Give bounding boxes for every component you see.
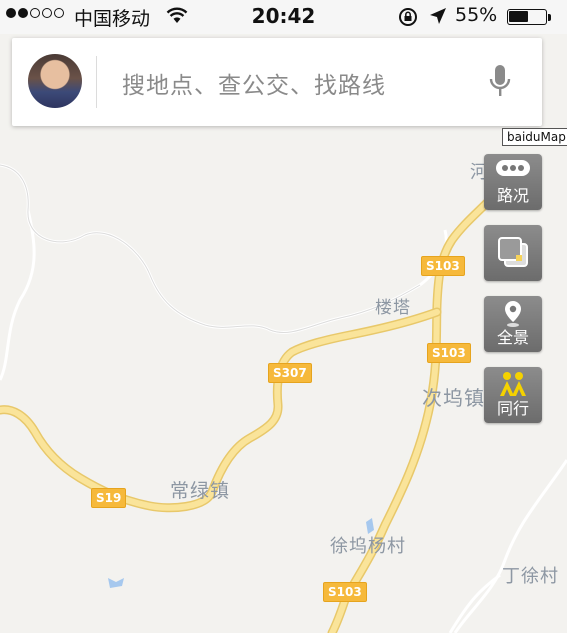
- traffic-label: 路况: [496, 186, 529, 205]
- rotation-lock-icon: [397, 6, 419, 33]
- traffic-icon: [484, 158, 542, 178]
- map-tooltip: baiduMap: [502, 128, 567, 146]
- road-badge: S307: [268, 363, 312, 383]
- road-badge: S19: [91, 488, 127, 508]
- search-divider: [96, 56, 97, 108]
- battery-percentage: 55%: [455, 4, 498, 26]
- location-arrow-icon: [428, 6, 448, 31]
- people-icon: [484, 371, 542, 397]
- search-bar[interactable]: 搜地点、查公交、找路线: [12, 38, 542, 126]
- road-badge: S103: [323, 582, 367, 602]
- companion-label: 同行: [496, 399, 529, 418]
- layers-button[interactable]: [484, 225, 542, 281]
- panorama-label: 全景: [496, 328, 529, 347]
- place-label: 徐坞杨村: [330, 536, 406, 557]
- place-label: 常绿镇: [170, 480, 231, 502]
- road-badge: S103: [427, 343, 471, 363]
- status-bar: 中国移动 20:42 55%: [0, 0, 567, 34]
- place-label: 丁徐村: [502, 566, 559, 587]
- microphone-icon[interactable]: [487, 63, 513, 105]
- search-input[interactable]: 搜地点、查公交、找路线: [122, 66, 386, 100]
- place-label: 次坞镇: [422, 386, 485, 410]
- road-badge: S103: [421, 256, 465, 276]
- panorama-button[interactable]: 全景: [484, 296, 542, 352]
- battery-icon: [507, 9, 547, 25]
- layers-icon: [484, 235, 542, 269]
- battery-tip: [548, 14, 551, 21]
- user-avatar[interactable]: [28, 54, 82, 108]
- place-label: 楼塔: [375, 298, 411, 318]
- companion-button[interactable]: 同行: [484, 367, 542, 423]
- traffic-button[interactable]: 路况: [484, 154, 542, 210]
